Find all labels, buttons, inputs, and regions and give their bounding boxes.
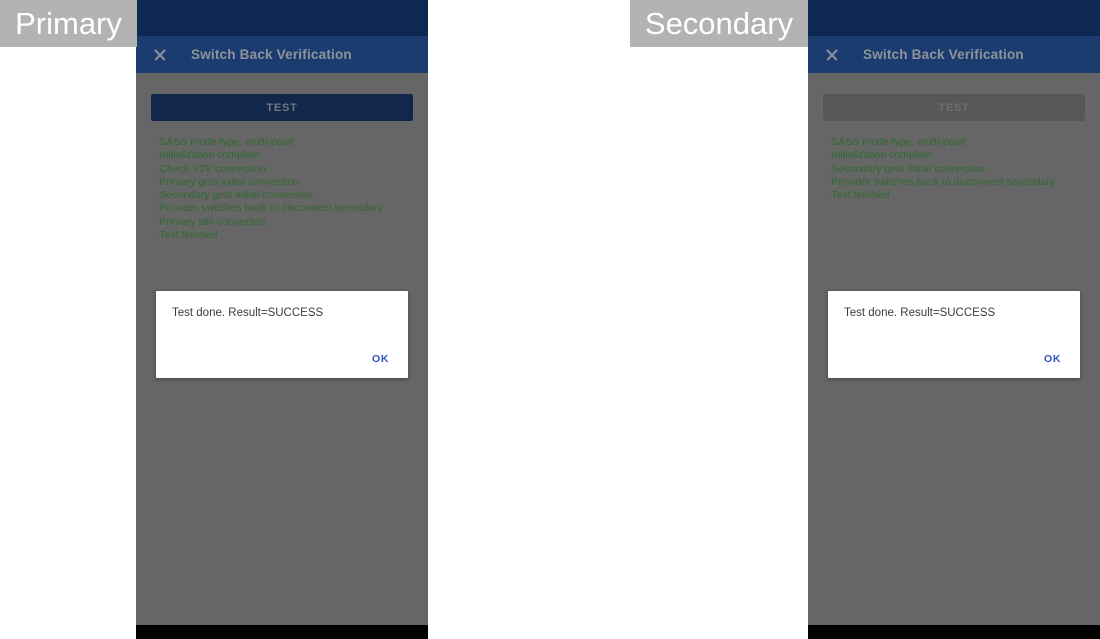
log-line: - Secondary gets initial connection (825, 162, 985, 175)
status-bar (136, 0, 428, 36)
close-icon[interactable] (825, 48, 839, 62)
dialog-actions: OK (1038, 349, 1067, 369)
result-dialog: Test done. Result=SUCCESS OK (828, 291, 1080, 378)
log-line: - SASS mode type: multi-point (825, 136, 966, 148)
dialog-ok-button[interactable]: OK (1038, 349, 1067, 369)
log-line: - Test finished (825, 189, 890, 202)
app-bar-title: Switch Back Verification (863, 47, 1024, 62)
navigation-bar (136, 625, 428, 639)
result-dialog: Test done. Result=SUCCESS OK (156, 291, 408, 378)
log-line: - SASS mode type: multi-point (153, 136, 294, 148)
close-icon[interactable] (153, 48, 167, 62)
log-line: - Provider switches back to disconnect s… (153, 202, 383, 215)
log-line: - Primary still connected. (153, 215, 268, 228)
log-line: - Test finished (153, 229, 218, 242)
annotation-label-primary: Primary (0, 0, 137, 47)
log-line: - Secondary gets initial connection (153, 189, 313, 202)
dialog-message: Test done. Result=SUCCESS (172, 307, 324, 319)
app-bar: Switch Back Verification (808, 36, 1100, 73)
dialog-actions: OK (366, 349, 395, 369)
annotation-label-secondary: Secondary (630, 0, 808, 47)
test-button: TEST (823, 94, 1085, 121)
log-output: - SASS mode type: multi-point - Initiali… (153, 136, 420, 242)
dialog-ok-button[interactable]: OK (366, 349, 395, 369)
app-bar-title: Switch Back Verification (191, 47, 352, 62)
log-line: - Primary gets initial connection (153, 175, 299, 188)
log-line: - Initialization complete (825, 149, 932, 162)
log-line: - Provider switches back to disconnect s… (825, 175, 1055, 188)
device-panel-secondary: Switch Back Verification TEST - SASS mod… (808, 0, 1100, 639)
log-line: - Check V2V connection. (153, 162, 269, 175)
test-button[interactable]: TEST (151, 94, 413, 121)
screen-content: TEST - SASS mode type: multi-point - Ini… (136, 73, 428, 625)
log-output: - SASS mode type: multi-point - Initiali… (825, 136, 1092, 202)
dialog-message: Test done. Result=SUCCESS (844, 307, 996, 319)
device-panel-primary: Switch Back Verification TEST - SASS mod… (136, 0, 428, 639)
status-bar (808, 0, 1100, 36)
log-line: - Initialization complete (153, 149, 260, 162)
app-bar: Switch Back Verification (136, 36, 428, 73)
navigation-bar (808, 625, 1100, 639)
screen-content: TEST - SASS mode type: multi-point - Ini… (808, 73, 1100, 625)
